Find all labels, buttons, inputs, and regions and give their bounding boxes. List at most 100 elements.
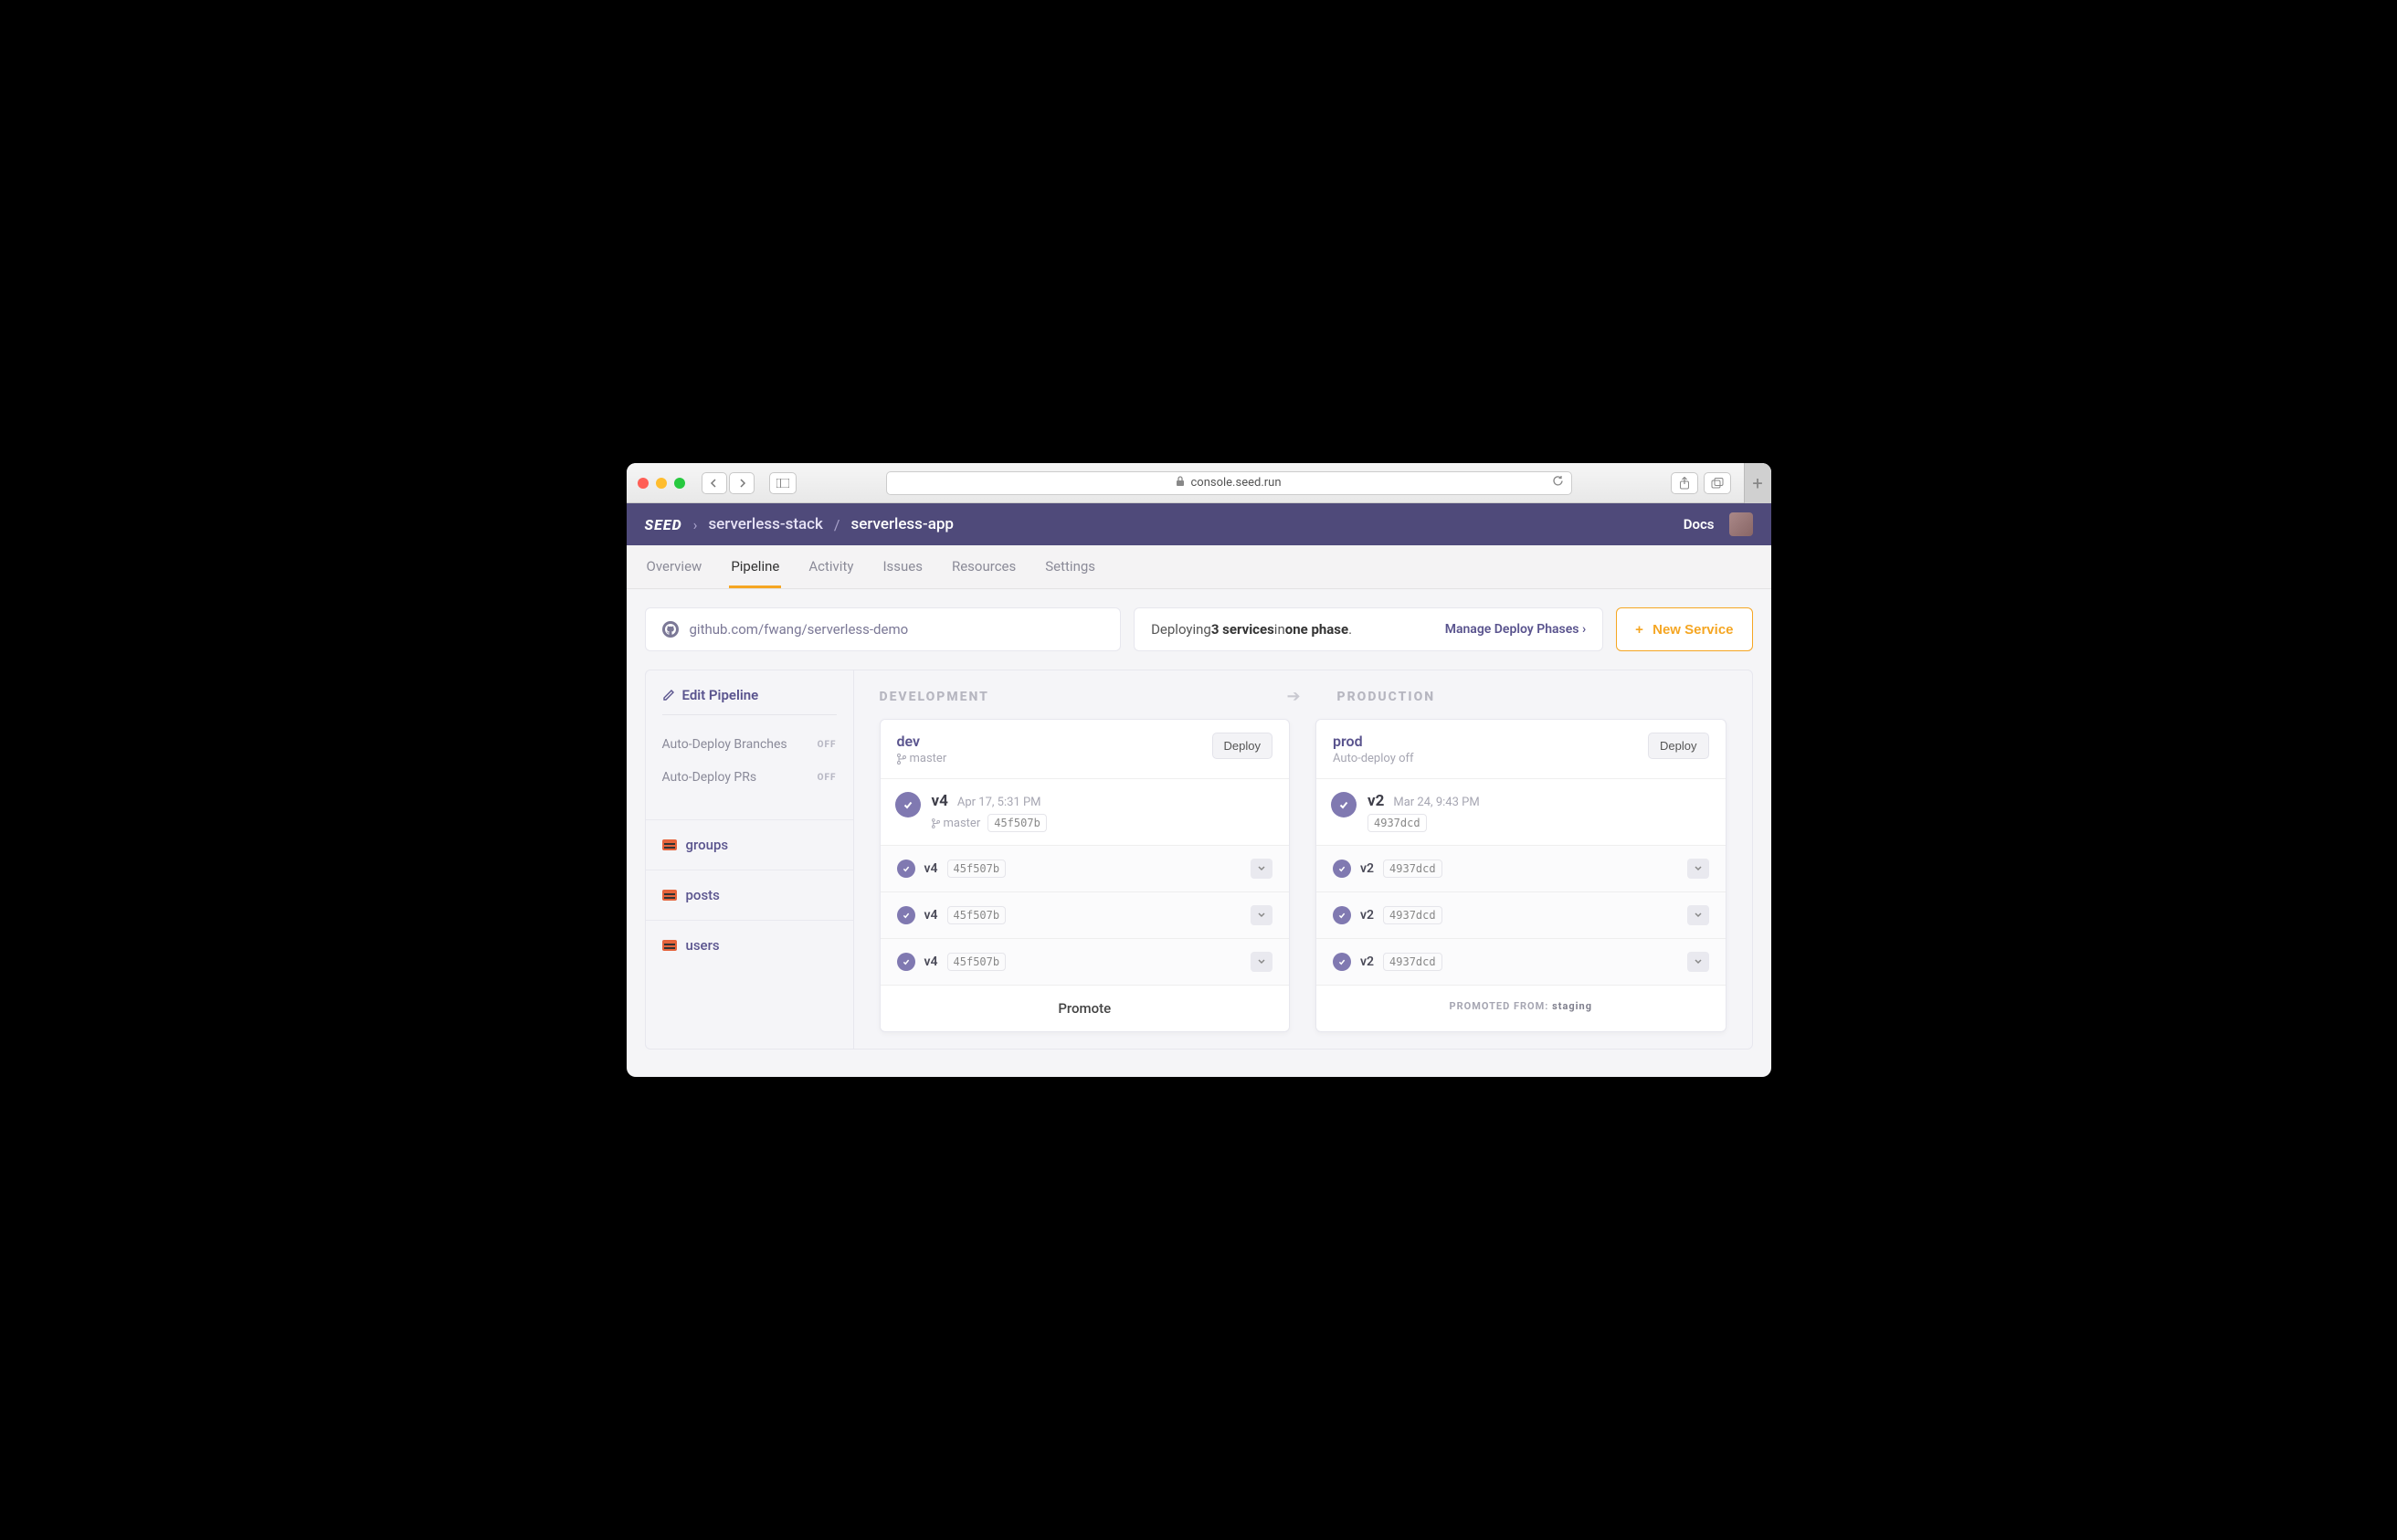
tab-activity[interactable]: Activity [807, 545, 855, 588]
breadcrumb-org[interactable]: serverless-stack [708, 515, 822, 533]
row-sha: 4937dcd [1383, 860, 1442, 878]
build-version: v2 [1367, 792, 1384, 810]
share-icon[interactable] [1671, 472, 1698, 494]
lock-icon [1176, 476, 1185, 490]
check-icon [897, 860, 915, 878]
service-icon [662, 890, 677, 901]
stage-branch: master [910, 752, 947, 765]
tab-pipeline[interactable]: Pipeline [729, 545, 781, 588]
back-button[interactable] [702, 472, 727, 494]
auto-deploy-prs-row[interactable]: Auto-Deploy PRs OFF [662, 761, 837, 794]
check-icon [1333, 953, 1351, 971]
service-build-row: v4 45f507b [881, 939, 1290, 986]
new-tab-button[interactable]: + [1744, 463, 1771, 503]
expand-button[interactable] [1251, 859, 1272, 879]
logo[interactable]: SEED [645, 516, 682, 533]
pencil-icon [662, 689, 675, 701]
sidebar-service-users[interactable]: users [646, 921, 853, 970]
github-icon [662, 621, 679, 638]
pipeline-panel: DEVELOPMENT ➔ PRODUCTION dev master [853, 670, 1753, 1050]
chevron-down-icon [1695, 912, 1702, 918]
service-build-list: v4 45f507b v4 45f507b [881, 846, 1290, 986]
avatar[interactable] [1729, 512, 1753, 536]
service-build-row: v2 4937dcd [1316, 846, 1726, 892]
expand-button[interactable] [1687, 905, 1709, 925]
tab-issues[interactable]: Issues [881, 545, 924, 588]
build-sha: 4937dcd [1367, 814, 1427, 832]
check-icon [1333, 906, 1351, 924]
new-service-button[interactable]: + New Service [1616, 607, 1752, 651]
edit-pipeline-label: Edit Pipeline [682, 687, 759, 703]
branch-icon [932, 818, 940, 828]
row-version: v2 [1360, 955, 1374, 969]
promoted-from: PROMOTED FROM: staging [1316, 986, 1726, 1027]
row-version: v4 [924, 908, 938, 923]
browser-window: console.seed.run + SEED › serverless-sta… [627, 463, 1771, 1077]
build-sha: 45f507b [987, 814, 1047, 832]
chevron-down-icon [1695, 959, 1702, 965]
check-icon [895, 792, 921, 817]
tab-settings[interactable]: Settings [1043, 545, 1097, 588]
chevron-down-icon [1258, 912, 1265, 918]
maximize-icon[interactable] [674, 478, 685, 489]
app-header: SEED › serverless-stack / serverless-app… [627, 503, 1771, 545]
chevron-right-icon: › [693, 516, 698, 533]
chevron-down-icon [1258, 959, 1265, 965]
check-icon [1331, 792, 1357, 817]
deploy-phase: one phase [1285, 621, 1348, 638]
stage-subtitle: Auto-deploy off [1333, 752, 1414, 765]
auto-deploy-branches-row[interactable]: Auto-Deploy Branches OFF [662, 728, 837, 761]
address-text: console.seed.run [1190, 476, 1281, 490]
row-sha: 45f507b [947, 860, 1007, 878]
service-build-row: v2 4937dcd [1316, 892, 1726, 939]
plus-icon: + [1635, 622, 1643, 638]
build-summary[interactable]: v2 Mar 24, 9:43 PM 4937dcd [1316, 779, 1726, 846]
nav-buttons [702, 472, 755, 494]
stage-name[interactable]: dev [897, 733, 947, 750]
forward-button[interactable] [729, 472, 755, 494]
close-icon[interactable] [638, 478, 649, 489]
deploy-text-mid: in [1274, 621, 1285, 638]
sidebar-service-label: groups [686, 837, 729, 853]
expand-button[interactable] [1251, 905, 1272, 925]
docs-link[interactable]: Docs [1684, 516, 1715, 533]
sidebar-service-posts[interactable]: posts [646, 870, 853, 921]
expand-button[interactable] [1687, 952, 1709, 972]
sidebar-service-label: users [686, 937, 720, 954]
tabs-icon[interactable] [1704, 472, 1731, 494]
build-time: Mar 24, 9:43 PM [1393, 796, 1479, 809]
service-icon [662, 839, 677, 850]
row-sha: 45f507b [947, 906, 1007, 924]
row-sha: 45f507b [947, 953, 1007, 971]
breadcrumb-app[interactable]: serverless-app [851, 515, 954, 533]
sidebar-toggle-button[interactable] [769, 472, 797, 494]
check-icon [897, 906, 915, 924]
promote-button[interactable]: Promote [881, 986, 1290, 1031]
reload-icon[interactable] [1552, 475, 1564, 490]
stage-dev: dev master Deploy [880, 719, 1291, 1032]
minimize-icon[interactable] [656, 478, 667, 489]
address-bar[interactable]: console.seed.run [886, 471, 1572, 495]
manage-deploy-phases-link[interactable]: Manage Deploy Phases › [1445, 622, 1586, 637]
service-build-row: v2 4937dcd [1316, 939, 1726, 986]
edit-pipeline-link[interactable]: Edit Pipeline [662, 687, 837, 715]
build-time: Apr 17, 5:31 PM [957, 796, 1041, 809]
arrow-right-icon: ➔ [1286, 687, 1300, 706]
deploy-button[interactable]: Deploy [1212, 733, 1272, 759]
check-icon [1333, 860, 1351, 878]
column-development: DEVELOPMENT [880, 690, 1269, 704]
repo-box[interactable]: github.com/fwang/serverless-demo [645, 607, 1122, 651]
deploy-button[interactable]: Deploy [1648, 733, 1708, 759]
expand-button[interactable] [1251, 952, 1272, 972]
chevron-down-icon [1695, 866, 1702, 871]
stage-name[interactable]: prod [1333, 733, 1414, 750]
stage-header: prod Auto-deploy off Deploy [1316, 720, 1726, 779]
tab-resources[interactable]: Resources [950, 545, 1018, 588]
sidebar-service-groups[interactable]: groups [646, 820, 853, 870]
stage-prod: prod Auto-deploy off Deploy v2 Mar 24, 9… [1315, 719, 1726, 1032]
build-summary[interactable]: v4 Apr 17, 5:31 PM master 45f507b [881, 779, 1290, 846]
tab-overview[interactable]: Overview [645, 545, 704, 588]
row-sha: 4937dcd [1383, 906, 1442, 924]
expand-button[interactable] [1687, 859, 1709, 879]
stage-subtitle: master [897, 752, 947, 765]
